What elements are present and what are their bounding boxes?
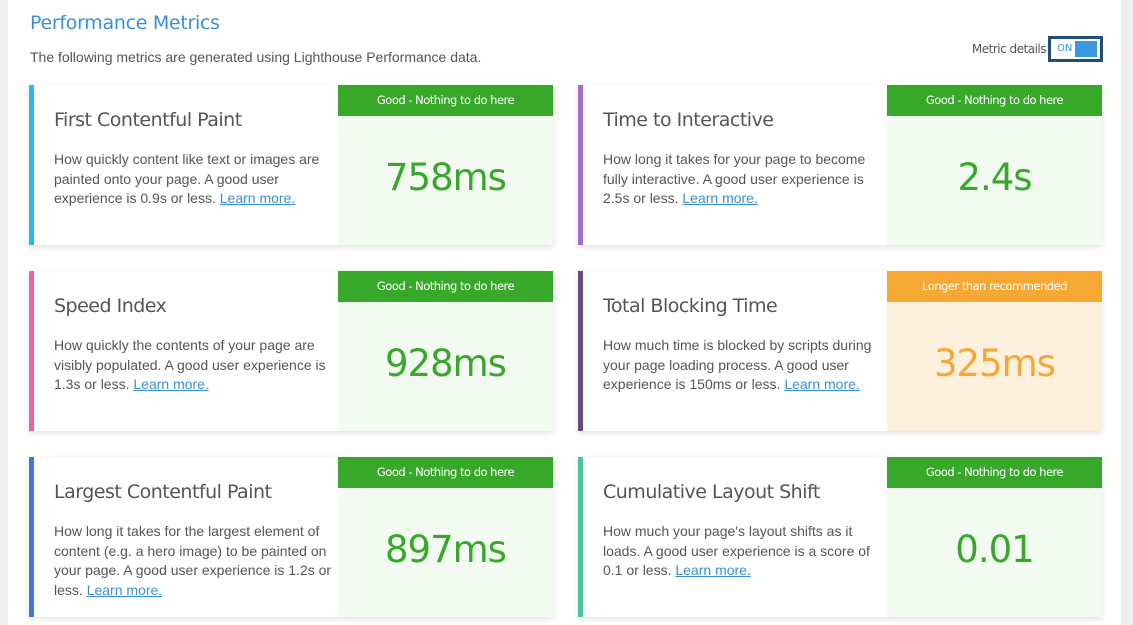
metric-description: How quickly content like text or images …: [54, 151, 320, 206]
metric-result: Good - Nothing to do here 928ms: [338, 271, 553, 431]
page-title: Performance Metrics: [30, 12, 220, 34]
metric-description: How much time is blocked by scripts duri…: [603, 337, 872, 392]
status-badge: Good - Nothing to do here: [338, 457, 553, 488]
learn-more-link[interactable]: Learn more.: [133, 376, 208, 392]
page-subtitle: The following metrics are generated usin…: [30, 49, 482, 65]
metric-title: Total Blocking Time: [603, 295, 778, 317]
metric-title: Time to Interactive: [603, 109, 774, 131]
metric-value: 0.01: [955, 528, 1034, 571]
metric-card-largest-contentful-paint: Largest Contentful Paint How long it tak…: [29, 457, 553, 617]
metric-details-toggle[interactable]: ON: [1048, 36, 1103, 62]
metric-value: 325ms: [934, 342, 1056, 385]
learn-more-link[interactable]: Learn more.: [87, 582, 162, 598]
metric-card-time-to-interactive: Time to Interactive How long it takes fo…: [578, 85, 1102, 245]
status-badge: Good - Nothing to do here: [887, 457, 1102, 488]
metric-result: Good - Nothing to do here 897ms: [338, 457, 553, 617]
metric-result: Good - Nothing to do here 758ms: [338, 85, 553, 245]
metric-description: How much your page's layout shifts as it…: [603, 523, 870, 578]
metric-title: Largest Contentful Paint: [54, 481, 272, 503]
status-badge: Good - Nothing to do here: [338, 271, 553, 302]
metric-details-label: Metric details: [971, 42, 1047, 56]
metric-value: 928ms: [385, 342, 507, 385]
metric-card-total-blocking-time: Total Blocking Time How much time is blo…: [578, 271, 1102, 431]
toggle-knob: [1075, 41, 1097, 57]
metric-details-toggle-group: Metric details ON: [972, 36, 1103, 62]
performance-metrics-panel: Performance Metrics The following metric…: [8, 0, 1121, 625]
learn-more-link[interactable]: Learn more.: [220, 190, 295, 206]
metric-title: Cumulative Layout Shift: [603, 481, 820, 503]
learn-more-link[interactable]: Learn more.: [784, 376, 859, 392]
metric-title: First Contentful Paint: [54, 109, 242, 131]
metric-card-speed-index: Speed Index How quickly the contents of …: [29, 271, 553, 431]
status-badge: Good - Nothing to do here: [887, 85, 1102, 116]
metric-result: Good - Nothing to do here 0.01: [887, 457, 1102, 617]
status-badge: Longer than recommended: [887, 271, 1102, 302]
metric-card-cumulative-layout-shift: Cumulative Layout Shift How much your pa…: [578, 457, 1102, 617]
metric-value: 758ms: [385, 156, 507, 199]
metric-description: How long it takes for your page to becom…: [603, 151, 866, 206]
metric-value: 897ms: [385, 528, 507, 571]
metric-description: How long it takes for the largest elemen…: [54, 523, 332, 598]
metric-result: Longer than recommended 325ms: [887, 271, 1102, 431]
metric-card-first-contentful-paint: First Contentful Paint How quickly conte…: [29, 85, 553, 245]
metric-title: Speed Index: [54, 295, 167, 317]
metric-value: 2.4s: [957, 156, 1032, 199]
metric-description: How quickly the contents of your page ar…: [54, 337, 326, 392]
toggle-state-text: ON: [1057, 43, 1073, 54]
learn-more-link[interactable]: Learn more.: [682, 190, 757, 206]
status-badge: Good - Nothing to do here: [338, 85, 553, 116]
metric-result: Good - Nothing to do here 2.4s: [887, 85, 1102, 245]
learn-more-link[interactable]: Learn more.: [675, 562, 750, 578]
